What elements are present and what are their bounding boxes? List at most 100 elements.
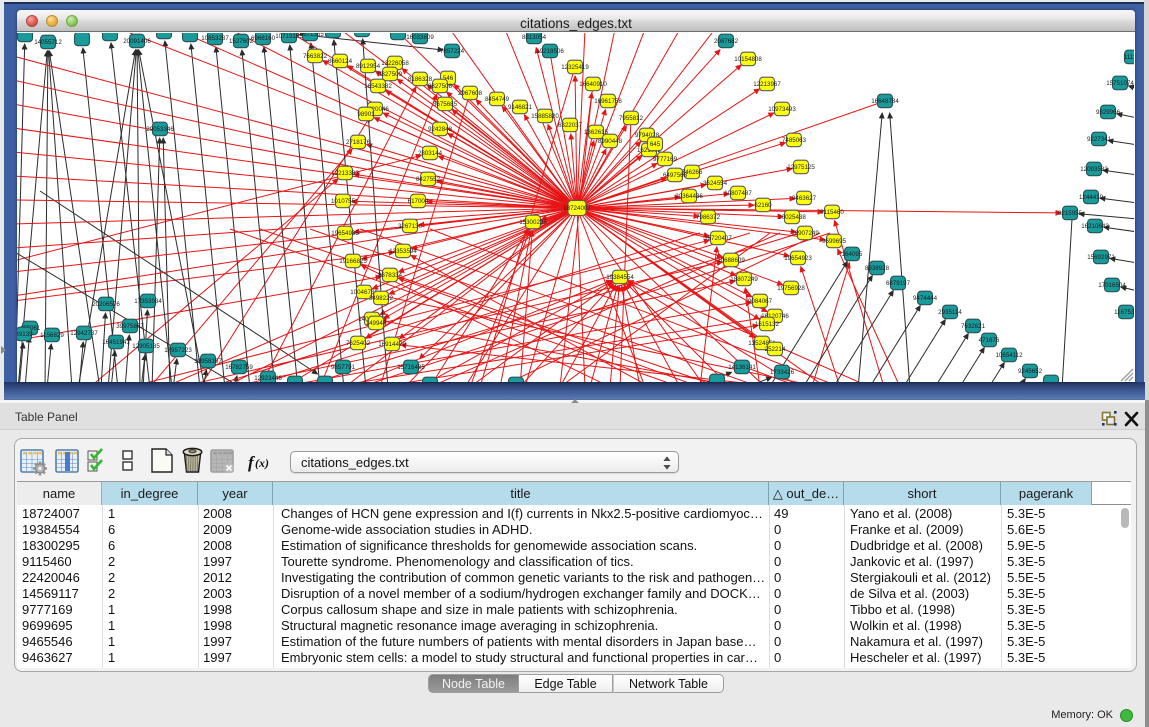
svg-text:17353934: 17353934 <box>134 298 162 305</box>
svg-text:16210643: 16210643 <box>1081 223 1109 230</box>
svg-text:9242848: 9242848 <box>428 126 453 133</box>
svg-text:19218506: 19218506 <box>536 48 564 55</box>
svg-text:6322037: 6322037 <box>558 122 583 129</box>
svg-text:8990448: 8990448 <box>598 138 623 145</box>
svg-text:471676: 471676 <box>979 337 1000 344</box>
svg-text:19654935: 19654935 <box>331 230 359 237</box>
svg-text:2803144: 2803144 <box>418 150 443 157</box>
svg-text:9146821: 9146821 <box>508 104 533 111</box>
svg-text:2935114: 2935114 <box>938 309 962 316</box>
svg-text:1167533: 1167533 <box>1114 309 1134 316</box>
svg-text:645: 645 <box>650 141 661 148</box>
svg-text:6879197: 6879197 <box>886 280 911 287</box>
svg-text:16782759: 16782759 <box>225 364 253 371</box>
svg-text:9463627: 9463627 <box>792 195 817 202</box>
svg-text:39139: 39139 <box>17 331 33 338</box>
svg-text:1527602: 1527602 <box>229 38 254 45</box>
svg-text:1244419: 1244419 <box>1079 194 1104 201</box>
svg-text:20364436: 20364436 <box>675 193 703 200</box>
svg-text:15885820: 15885820 <box>531 113 559 120</box>
svg-text:16961758: 16961758 <box>594 98 622 105</box>
svg-text:9777169: 9777169 <box>653 156 678 163</box>
svg-text:1733426: 1733426 <box>770 369 795 376</box>
svg-text:8912954: 8912954 <box>356 63 381 70</box>
svg-text:3675685: 3675685 <box>433 101 458 108</box>
svg-text:9827508: 9827508 <box>428 83 453 90</box>
svg-text:18724007: 18724007 <box>563 205 591 212</box>
svg-text:12325419: 12325419 <box>561 64 589 71</box>
svg-text:8454749: 8454749 <box>485 96 510 103</box>
svg-text:19384554: 19384554 <box>606 274 634 281</box>
svg-text:13353594: 13353594 <box>389 248 417 255</box>
svg-text:15716485: 15716485 <box>397 364 425 371</box>
svg-text:19756928: 19756928 <box>777 285 805 292</box>
svg-text:15751074: 15751074 <box>1106 80 1134 87</box>
svg-text:16033809: 16033809 <box>406 34 434 41</box>
svg-text:19166825: 19166825 <box>339 258 367 265</box>
svg-text:7955812: 7955812 <box>619 115 644 122</box>
svg-text:16671355: 16671355 <box>296 33 324 38</box>
svg-text:8938928: 8938928 <box>865 265 890 272</box>
svg-text:18907249: 18907249 <box>791 230 819 237</box>
svg-text:9474444: 9474444 <box>913 295 938 302</box>
svg-text:9827509: 9827509 <box>378 71 403 78</box>
svg-text:7663822: 7663822 <box>303 53 328 60</box>
svg-text:15720407: 15720407 <box>704 235 732 242</box>
svg-text:12942737: 12942737 <box>70 330 98 337</box>
svg-text:8427552: 8427552 <box>416 176 441 183</box>
svg-text:10025438: 10025438 <box>778 214 806 221</box>
svg-text:9084067: 9084067 <box>748 298 773 305</box>
svg-text:1615132: 1615132 <box>755 321 780 328</box>
svg-text:7515526: 7515526 <box>350 33 375 34</box>
svg-text:10958107: 10958107 <box>194 358 222 365</box>
svg-text:1010755: 1010755 <box>331 198 356 205</box>
svg-text:12213967: 12213967 <box>753 81 781 88</box>
svg-text:39975867: 39975867 <box>116 323 144 330</box>
svg-text:7625402: 7625402 <box>346 340 371 347</box>
svg-text:8813054: 8813054 <box>522 34 547 41</box>
svg-text:29053346: 29053346 <box>146 126 174 133</box>
svg-text:8215955: 8215955 <box>1058 210 1083 217</box>
svg-text:12975125: 12975125 <box>787 164 815 171</box>
svg-text:7632621: 7632621 <box>961 323 986 330</box>
svg-text:16640910: 16640910 <box>579 81 607 88</box>
svg-text:3624554: 3624554 <box>703 180 728 187</box>
svg-text:18807249: 18807249 <box>730 276 758 283</box>
svg-text:252214: 252214 <box>765 346 786 353</box>
svg-text:9115460: 9115460 <box>820 209 844 216</box>
svg-text:20206576: 20206576 <box>92 301 120 308</box>
svg-text:13226058: 13226058 <box>381 60 409 67</box>
svg-text:9245652: 9245652 <box>1018 368 1043 375</box>
svg-text:17016504: 17016504 <box>1098 282 1126 289</box>
svg-text:8660124: 8660124 <box>328 58 353 65</box>
svg-text:16451941: 16451941 <box>102 339 130 346</box>
svg-text:10807487: 10807487 <box>724 190 752 197</box>
svg-text:62160: 62160 <box>754 202 772 209</box>
svg-text:164095: 164095 <box>842 251 863 258</box>
svg-text:8186328: 8186328 <box>408 76 433 83</box>
svg-text:19654923: 19654923 <box>784 255 812 262</box>
svg-text:12213383: 12213383 <box>331 170 359 177</box>
svg-text:10654112: 10654112 <box>995 352 1023 359</box>
svg-text:9857791: 9857791 <box>331 364 356 371</box>
svg-text:16543382: 16543382 <box>364 83 392 90</box>
svg-text:617004: 617004 <box>408 198 429 205</box>
svg-text:6497568: 6497568 <box>663 172 688 179</box>
svg-text:10973493: 10973493 <box>768 106 796 113</box>
svg-text:149948: 149948 <box>366 320 387 327</box>
svg-text:98901: 98901 <box>357 111 375 118</box>
svg-text:12905185: 12905185 <box>132 343 160 350</box>
svg-text:3267130: 3267130 <box>398 223 423 230</box>
svg-text:11123: 11123 <box>1124 54 1134 61</box>
svg-text:2087682: 2087682 <box>714 38 739 45</box>
svg-text:20091406: 20091406 <box>123 38 151 45</box>
svg-text:16914479: 16914479 <box>378 341 406 348</box>
svg-text:14055712: 14055712 <box>34 39 62 46</box>
svg-text:10688609: 10688609 <box>717 257 745 264</box>
svg-text:8878334: 8878334 <box>378 272 403 279</box>
svg-text:10853287: 10853287 <box>201 35 229 42</box>
svg-text:9227341: 9227341 <box>1087 136 1112 143</box>
svg-text:2967608: 2967608 <box>458 90 483 97</box>
svg-text:10154808: 10154808 <box>734 56 762 63</box>
svg-text:14136141: 14136141 <box>728 364 756 371</box>
